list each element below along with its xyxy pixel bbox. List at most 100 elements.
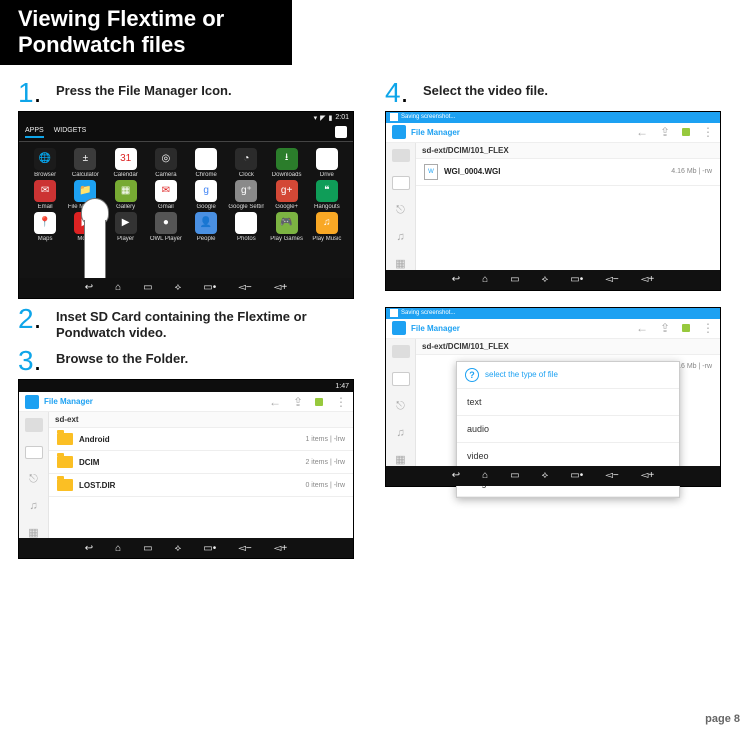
step-text: Press the File Manager Icon. [56, 83, 232, 99]
nav-back-icon[interactable]: ↩ [452, 470, 460, 481]
nav-back-icon[interactable]: ↩ [452, 274, 460, 285]
dialog-option-text[interactable]: text [457, 389, 679, 416]
share-icon[interactable] [293, 395, 303, 409]
nav-home-icon[interactable]: ⌂ [115, 282, 121, 293]
folder-row[interactable]: LOST.DIR0 items | -lrw [49, 474, 353, 497]
share-icon[interactable] [660, 125, 670, 139]
screenshot-file-manager-file: Saving screenshot... File Manager [385, 111, 721, 291]
app-icon-google+[interactable]: g+Google+ [269, 180, 305, 210]
nav-screenshot-icon[interactable]: ▭• [203, 543, 216, 554]
back-icon[interactable] [269, 395, 281, 409]
overflow-menu-icon[interactable] [702, 125, 714, 139]
nav-expand-icon[interactable]: ⟡ [542, 274, 549, 285]
folder-meta: 1 items | -lrw [305, 436, 345, 443]
nav-back-icon[interactable]: ↩ [85, 543, 93, 554]
app-icon-camera[interactable]: ◎Camera [148, 148, 184, 178]
app-icon-play-games[interactable]: 🎮Play Games [269, 212, 305, 242]
usb-icon[interactable]: ⎋ [396, 400, 405, 413]
nav-recent-icon[interactable]: ▭ [143, 543, 152, 554]
android-icon[interactable] [682, 128, 690, 136]
folder-row[interactable]: Android1 items | -lrw [49, 428, 353, 451]
tab-widgets[interactable]: WIDGETS [54, 127, 87, 138]
nav-vol-down-icon[interactable]: ◅− [605, 470, 619, 481]
nav-vol-up-icon[interactable]: ◅+ [274, 543, 288, 554]
nav-home-icon[interactable]: ⌂ [482, 470, 488, 481]
nav-recent-icon[interactable]: ▭ [510, 470, 519, 481]
sd-card-icon[interactable] [25, 446, 43, 460]
app-icon-people[interactable]: 👤People [188, 212, 224, 242]
music-icon[interactable]: ♫ [396, 231, 404, 243]
android-icon[interactable] [315, 398, 323, 406]
device-storage-icon[interactable] [25, 418, 43, 431]
nav-recent-icon[interactable]: ▭ [143, 282, 152, 293]
usb-icon[interactable]: ⎋ [396, 204, 405, 217]
nav-recent-icon[interactable]: ▭ [510, 274, 519, 285]
nav-expand-icon[interactable]: ⟡ [175, 282, 182, 293]
step-text: Select the video file. [423, 83, 548, 99]
app-icon-clock[interactable]: ◔ Clock [228, 148, 264, 178]
android-icon[interactable] [682, 324, 690, 332]
nav-back-icon[interactable]: ↩ [85, 282, 93, 293]
app-glyph-icon: 📍 [34, 212, 56, 234]
sd-card-icon[interactable] [392, 372, 410, 386]
app-icon-drive[interactable]: ▲Drive [309, 148, 345, 178]
app-glyph-icon: 31 [115, 148, 137, 170]
app-glyph-icon: ✉ [34, 180, 56, 202]
nav-screenshot-icon[interactable]: ▭• [570, 470, 583, 481]
share-icon[interactable] [660, 321, 670, 335]
app-label: Chrome [188, 172, 224, 178]
android-nav-bar: ↩ ⌂ ▭ ⟡ ▭• ◅− ◅+ [19, 538, 353, 558]
overflow-menu-icon[interactable] [335, 395, 347, 409]
app-icon-photos[interactable]: ✿Photos [228, 212, 264, 242]
music-icon[interactable]: ♫ [396, 427, 404, 439]
app-icon-gmail[interactable]: ✉Gmail [148, 180, 184, 210]
nav-screenshot-icon[interactable]: ▭• [203, 282, 216, 293]
screenshot-file-type-dialog: Saving screenshot... File Manager [385, 307, 721, 487]
nav-vol-up-icon[interactable]: ◅+ [641, 274, 655, 285]
app-icon-calculator[interactable]: ±Calculator [67, 148, 103, 178]
sd-card-icon[interactable] [392, 176, 410, 190]
nav-expand-icon[interactable]: ⟡ [542, 470, 549, 481]
back-icon[interactable] [636, 125, 648, 139]
nav-expand-icon[interactable]: ⟡ [175, 543, 182, 554]
device-storage-icon[interactable] [392, 149, 410, 162]
nav-vol-up-icon[interactable]: ◅+ [641, 470, 655, 481]
app-icon-email[interactable]: ✉Email [27, 180, 63, 210]
app-label: Clock [228, 172, 264, 178]
app-icon-hangouts[interactable]: ❝Hangouts [309, 180, 345, 210]
file-row[interactable]: W WGI_0004.WGI 4.16 Mb | -rw [416, 159, 720, 186]
overflow-menu-icon[interactable] [702, 321, 714, 335]
back-icon[interactable] [636, 321, 648, 335]
app-icon-calendar[interactable]: 31Calendar [108, 148, 144, 178]
saving-icon [390, 309, 398, 317]
nav-home-icon[interactable]: ⌂ [482, 274, 488, 285]
app-icon-downloads[interactable]: ⭳Downloads [269, 148, 305, 178]
page-title: Viewing Flextime or Pondwatch files [0, 0, 292, 65]
status-time: 1:47 [335, 383, 349, 390]
nav-screenshot-icon[interactable]: ▭• [570, 274, 583, 285]
app-icon-google-settings[interactable]: g⁺Google Settings [228, 180, 264, 210]
play-store-icon[interactable] [335, 126, 347, 138]
app-glyph-icon: ◔ [235, 148, 257, 170]
tab-apps[interactable]: APPS [25, 127, 44, 138]
app-icon-browser[interactable]: 🌐Browser [27, 148, 63, 178]
app-icon-chrome[interactable]: ◉Chrome [188, 148, 224, 178]
gallery-icon[interactable]: ▦ [395, 453, 405, 466]
app-label: Google+ [269, 204, 305, 210]
app-icon-play-music[interactable]: ♫Play Music [309, 212, 345, 242]
usb-icon[interactable]: ⎋ [29, 473, 38, 486]
music-icon[interactable]: ♫ [29, 500, 37, 512]
gallery-icon[interactable]: ▦ [395, 257, 405, 270]
nav-vol-up-icon[interactable]: ◅+ [274, 282, 288, 293]
nav-vol-down-icon[interactable]: ◅− [238, 543, 252, 554]
nav-home-icon[interactable]: ⌂ [115, 543, 121, 554]
app-icon-maps[interactable]: 📍Maps [27, 212, 63, 242]
nav-vol-down-icon[interactable]: ◅− [238, 282, 252, 293]
app-icon-owl-player[interactable]: ●OWL Player [148, 212, 184, 242]
device-storage-icon[interactable] [392, 345, 410, 358]
folder-row[interactable]: DCIM2 items | -lrw [49, 451, 353, 474]
dialog-option-audio[interactable]: audio [457, 416, 679, 443]
app-icon-google[interactable]: gGoogle [188, 180, 224, 210]
nav-vol-down-icon[interactable]: ◅− [605, 274, 619, 285]
fm-app-icon [392, 321, 406, 335]
